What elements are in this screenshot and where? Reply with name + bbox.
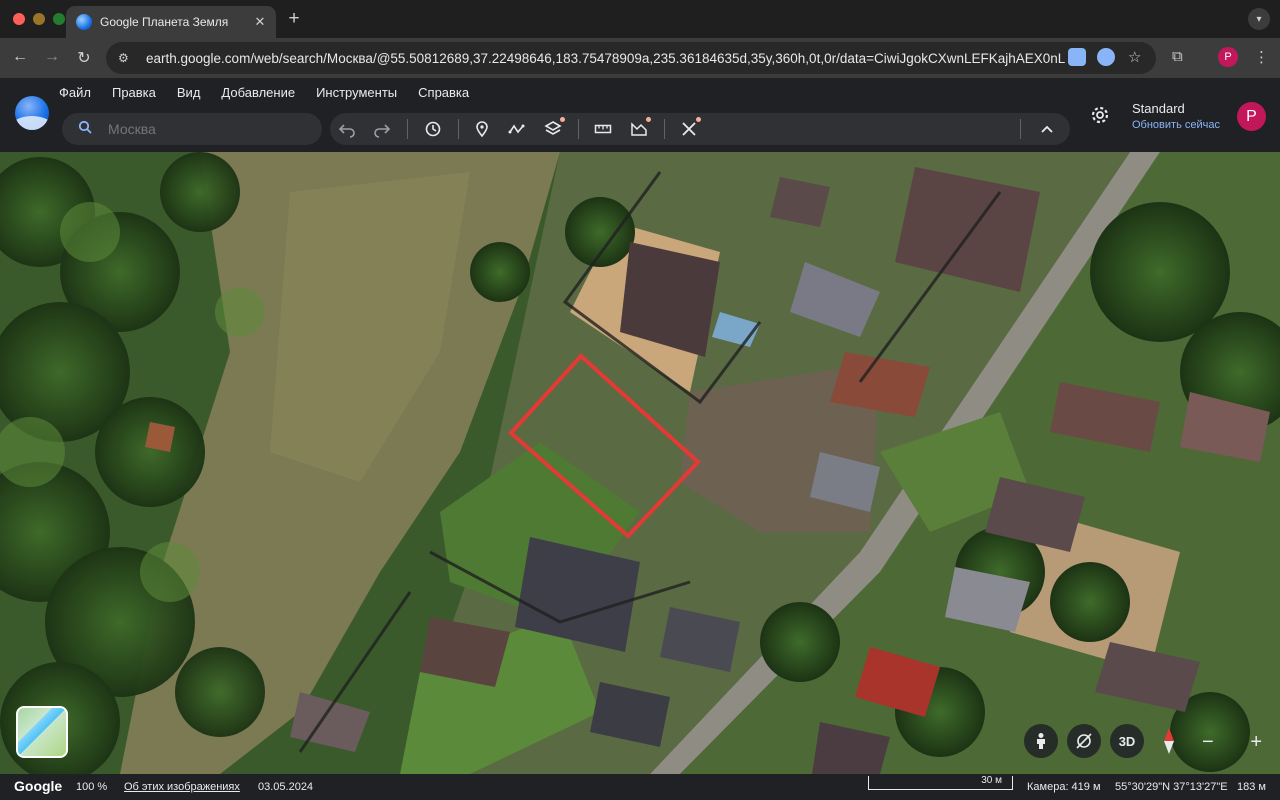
tab-close-icon[interactable]: ✕ (250, 14, 270, 30)
redo-icon[interactable] (372, 119, 392, 139)
install-app-icon[interactable] (1068, 48, 1086, 66)
menu-edit[interactable]: Правка (112, 85, 156, 100)
plan-name: Standard (1132, 101, 1185, 116)
toggle-3d-button[interactable]: 3D (1110, 724, 1144, 758)
main-menu: Файл Правка Вид Добавление Инструменты С… (59, 85, 469, 100)
ground-elevation: 183 м (1237, 781, 1266, 793)
tab-search-button[interactable]: ▾ (1248, 8, 1270, 30)
browser-menu-icon[interactable]: ⋮ (1254, 48, 1269, 66)
subscription-plan: Standard Обновить сейчас (1132, 101, 1220, 131)
extensions-puzzle-icon[interactable]: ⧉ (1172, 48, 1183, 65)
upgrade-link[interactable]: Обновить сейчас (1132, 119, 1220, 131)
search-input[interactable] (108, 121, 308, 137)
collapse-toolbar-chevron-up-icon[interactable] (1037, 119, 1057, 139)
toolbar-divider (458, 119, 459, 139)
google-earth-favicon-icon (76, 14, 92, 30)
satellite-map-view[interactable] (0, 152, 1280, 774)
google-logo: Google (14, 778, 63, 794)
menu-add[interactable]: Добавление (221, 85, 295, 100)
toolbar-divider (1020, 119, 1021, 139)
menu-tools[interactable]: Инструменты (316, 85, 397, 100)
measure-ruler-icon[interactable] (593, 119, 613, 139)
site-info-icon[interactable]: ⚙ (118, 51, 136, 65)
toolbar-divider (664, 119, 665, 139)
google-earth-logo-icon[interactable] (15, 96, 49, 130)
reset-north-tilt-icon[interactable] (1067, 724, 1101, 758)
forward-arrow-icon[interactable]: → (42, 48, 62, 66)
pegman-street-view-icon[interactable] (1024, 724, 1058, 758)
search-icon[interactable] (78, 120, 94, 138)
new-feature-dot (646, 117, 651, 122)
window-minimize-button[interactable] (33, 13, 45, 25)
status-bar: Google 100 % Об этих изображениях 03.05.… (0, 774, 1280, 800)
scale-label: 30 м (981, 775, 1002, 786)
reload-icon[interactable]: ↻ (74, 48, 94, 68)
search-box[interactable] (62, 113, 322, 145)
new-feature-dot (560, 117, 565, 122)
browser-window: Google Планета Земля ✕ + ▾ ← → ↻ ⚙ earth… (0, 0, 1280, 800)
tab-strip: Google Планета Земля ✕ + ▾ (0, 0, 1280, 38)
google-earth-header: Файл Правка Вид Добавление Инструменты С… (0, 78, 1280, 152)
data-layers-chart-icon[interactable] (629, 117, 651, 139)
camera-altitude: Камера: 419 м (1027, 781, 1101, 793)
zoom-out-button[interactable]: − (1202, 731, 1214, 754)
address-bar[interactable]: ⚙ earth.google.com/web/search/Москва/@55… (106, 42, 1156, 74)
zoom-in-button[interactable]: + (1250, 731, 1262, 754)
settings-gear-icon[interactable] (1090, 105, 1110, 130)
window-maximize-button[interactable] (53, 13, 65, 25)
menu-help[interactable]: Справка (418, 85, 469, 100)
map-layer-switcher-thumbnail[interactable] (16, 706, 68, 758)
scale-bar[interactable]: 30 м (868, 775, 1013, 790)
draw-path-icon[interactable] (507, 119, 527, 139)
account-avatar[interactable]: P (1237, 102, 1266, 131)
projects-tools-icon[interactable] (679, 117, 701, 139)
browser-toolbar: ← → ↻ ⚙ earth.google.com/web/search/Моск… (0, 38, 1280, 78)
toolbar-divider (578, 119, 579, 139)
undo-icon[interactable] (337, 119, 357, 139)
toolbar-divider (407, 119, 408, 139)
bookmark-star-icon[interactable]: ☆ (1128, 48, 1141, 66)
cursor-coordinates: 55°30'29"N 37°13'27"E (1115, 781, 1228, 793)
imagery-date: 03.05.2024 (258, 781, 314, 793)
url-text[interactable]: earth.google.com/web/search/Москва/@55.5… (146, 51, 1066, 66)
menu-view[interactable]: Вид (177, 85, 201, 100)
window-close-button[interactable] (13, 13, 25, 25)
zoom-controls: − + (1194, 727, 1270, 757)
new-tab-button[interactable]: + (284, 8, 304, 30)
satellite-imagery (0, 152, 1280, 774)
placemark-pin-icon[interactable] (472, 119, 492, 139)
new-feature-dot (696, 117, 701, 122)
zoom-level[interactable]: 100 % (76, 781, 107, 793)
tab-title: Google Планета Земля (100, 15, 229, 29)
menu-file[interactable]: Файл (59, 85, 91, 100)
google-lens-icon[interactable] (1097, 48, 1115, 66)
back-arrow-icon[interactable]: ← (10, 48, 30, 66)
about-imagery-link[interactable]: Об этих изображениях (124, 781, 240, 793)
compass-icon[interactable] (1152, 724, 1186, 758)
map-style-layers-icon[interactable] (543, 117, 565, 139)
tools-bar (330, 113, 1070, 145)
browser-profile-avatar[interactable]: P (1218, 47, 1238, 67)
historical-imagery-icon[interactable] (423, 119, 443, 139)
browser-tab-active[interactable]: Google Планета Земля ✕ (66, 6, 276, 38)
